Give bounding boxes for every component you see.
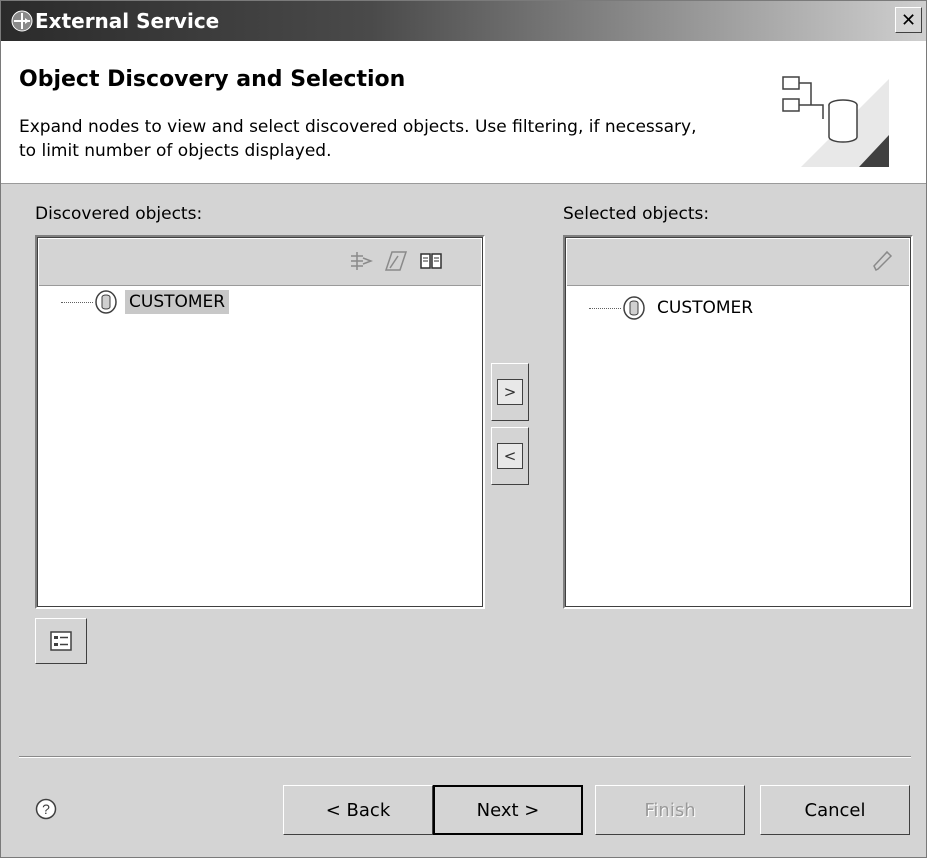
window-title: External Service	[35, 9, 220, 33]
properties-button[interactable]	[35, 618, 87, 664]
selected-toolbar	[567, 239, 909, 286]
help-icon[interactable]: ?	[35, 798, 57, 820]
page-description: Expand nodes to view and select discover…	[19, 117, 697, 161]
finish-button[interactable]: Finish	[595, 785, 745, 835]
wizard-header: Object Discovery and Selection Expand no…	[1, 41, 926, 184]
tree-item-customer[interactable]: CUSTOMER	[589, 293, 757, 323]
discovered-objects-label: Discovered objects:	[35, 204, 203, 224]
open-book-icon[interactable]	[419, 249, 443, 273]
tree-item-label: CUSTOMER	[657, 298, 754, 318]
next-button[interactable]: Next >	[433, 785, 583, 835]
pencil-icon[interactable]	[871, 249, 895, 273]
footer-divider	[19, 756, 911, 758]
properties-list-icon	[50, 631, 72, 651]
title-bar: External Service ✕	[1, 1, 926, 41]
back-button[interactable]: < Back	[283, 785, 433, 835]
database-object-icon	[95, 290, 117, 314]
external-service-dialog: External Service ✕ Object Discovery and …	[0, 0, 927, 858]
svg-text:?: ?	[42, 801, 50, 817]
filter-icon[interactable]	[349, 249, 373, 273]
discovered-objects-tree[interactable]: CUSTOMER	[35, 235, 485, 609]
selected-objects-tree[interactable]: CUSTOMER	[563, 235, 913, 609]
external-service-icon	[11, 10, 33, 32]
tree-item-customer[interactable]: CUSTOMER	[61, 287, 230, 317]
tree-item-label: CUSTOMER	[125, 290, 230, 314]
add-selection-button[interactable]: >	[491, 363, 529, 421]
tree-connector	[61, 301, 93, 303]
edit-query-icon[interactable]	[384, 249, 408, 273]
cancel-button[interactable]: Cancel	[760, 785, 910, 835]
remove-selection-button[interactable]: <	[491, 427, 529, 485]
close-icon: ✕	[900, 9, 917, 31]
selected-objects-label: Selected objects:	[563, 204, 710, 224]
page-title: Object Discovery and Selection	[19, 67, 406, 92]
add-arrow-icon: >	[497, 379, 523, 405]
close-button[interactable]: ✕	[895, 7, 922, 33]
database-discovery-graphic	[782, 76, 889, 167]
discovered-toolbar	[39, 239, 481, 286]
tree-connector	[589, 307, 621, 309]
remove-arrow-icon: <	[497, 443, 523, 469]
database-object-icon	[623, 296, 645, 320]
